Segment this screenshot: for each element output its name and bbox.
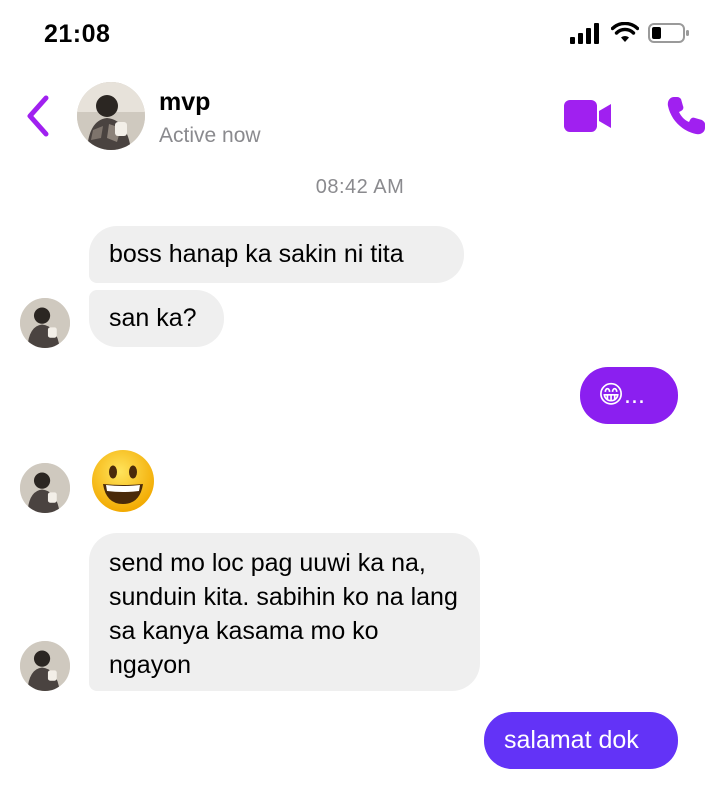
sender-avatar[interactable] — [20, 641, 70, 691]
phone-call-icon[interactable] — [664, 94, 708, 138]
contact-avatar[interactable] — [77, 82, 145, 150]
chevron-left-icon[interactable] — [22, 94, 52, 138]
contact-name: mvp — [159, 88, 211, 116]
avatar-photo — [77, 82, 145, 150]
grinning-face-icon[interactable] — [90, 448, 156, 514]
outgoing-message[interactable]: 😁... — [580, 367, 678, 424]
avatar-photo — [20, 463, 70, 513]
outgoing-message[interactable]: salamat dok — [484, 712, 678, 769]
video-call-icon[interactable] — [563, 98, 613, 134]
status-icons — [570, 22, 690, 44]
avatar-photo — [20, 298, 70, 348]
status-time: 21:08 — [44, 20, 111, 48]
sender-avatar[interactable] — [20, 463, 70, 513]
incoming-message[interactable]: san ka? — [89, 290, 224, 347]
incoming-message[interactable]: boss hanap ka sakin ni tita — [89, 226, 464, 283]
contact-status: Active now — [159, 124, 261, 147]
battery-icon — [648, 23, 689, 43]
avatar-photo — [20, 641, 70, 691]
wifi-icon — [611, 22, 639, 42]
message-timestamp: 08:42 AM — [315, 176, 405, 198]
sender-avatar[interactable] — [20, 298, 70, 348]
messenger-chat-screen: 21:08 mvp Active now 08:42 AM boss hanap… — [0, 0, 720, 786]
incoming-message[interactable]: send mo loc pag uuwi ka na, sunduin kita… — [89, 533, 480, 691]
signal-icon — [570, 23, 599, 44]
